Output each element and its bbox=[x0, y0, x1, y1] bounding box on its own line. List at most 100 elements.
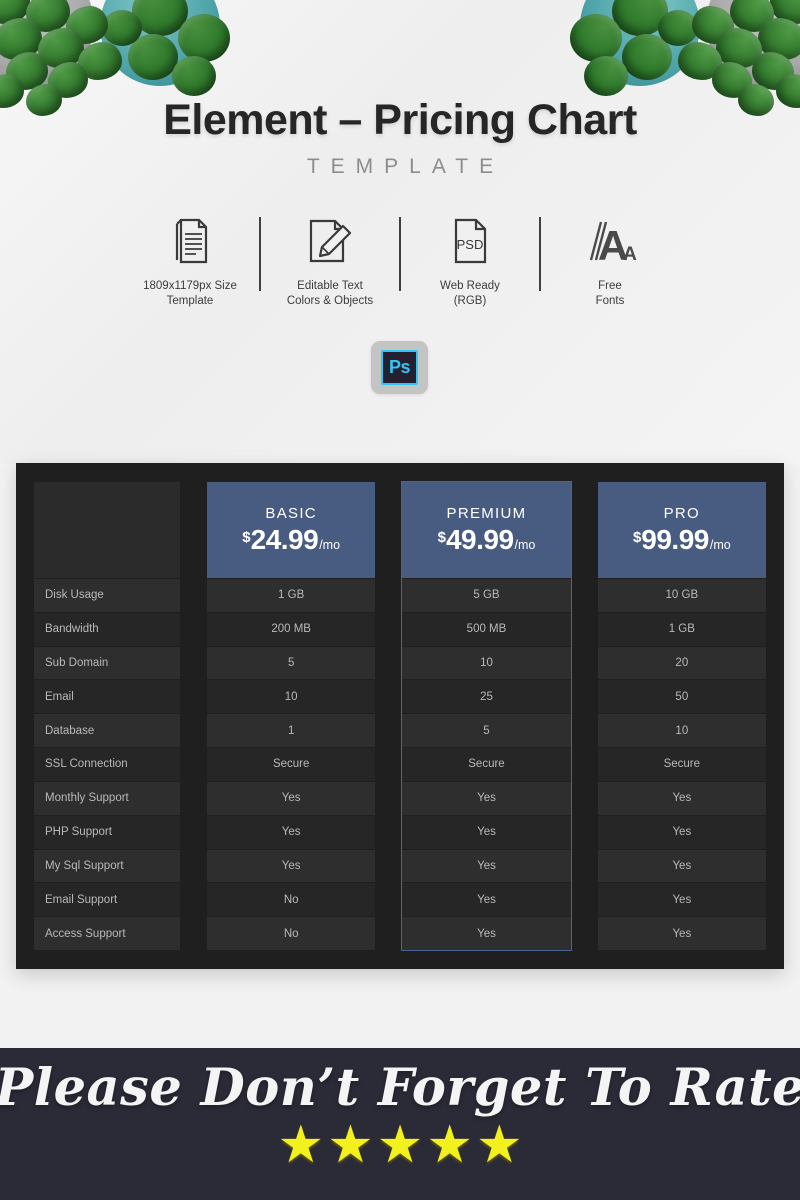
leaf bbox=[178, 14, 230, 62]
star-icon: ★ bbox=[327, 1116, 374, 1175]
feature-divider bbox=[399, 217, 401, 291]
plan-value-cell: 1 bbox=[207, 713, 376, 748]
plant-pot-teal bbox=[580, 0, 700, 86]
price-period: /mo bbox=[514, 537, 536, 552]
leaf bbox=[584, 56, 628, 96]
psd-file-icon: PSD bbox=[450, 213, 490, 269]
photoshop-badge: Ps bbox=[371, 341, 428, 394]
star-icon: ★ bbox=[277, 1116, 325, 1175]
plan-value-cell: 10 bbox=[402, 645, 571, 680]
plan-value-cell: Yes bbox=[597, 780, 766, 815]
plan-value-cell: Secure bbox=[597, 747, 766, 781]
plan-value-cell: 500 MB bbox=[402, 611, 571, 646]
feature-divider bbox=[539, 217, 541, 291]
plan-value-cell: 5 bbox=[402, 713, 571, 748]
star-icon: ★ bbox=[376, 1116, 424, 1175]
leaf bbox=[770, 0, 800, 24]
plan-value-cell: Yes bbox=[597, 848, 766, 883]
price-period: /mo bbox=[709, 537, 731, 552]
leaf bbox=[26, 0, 70, 32]
plan-value-cell: 10 bbox=[207, 679, 376, 714]
plan-price: $ 99.99 /mo bbox=[633, 524, 731, 556]
plan-value-cell: No bbox=[207, 882, 376, 917]
plan-value-cell: 1 GB bbox=[597, 611, 766, 646]
star-icon: ★ bbox=[426, 1116, 473, 1175]
empty-header-cell bbox=[34, 482, 180, 578]
plan-header-pro: PRO $ 99.99 /mo bbox=[597, 482, 766, 578]
feature-row-label: Email Support bbox=[34, 882, 180, 917]
plan-name: PREMIUM bbox=[446, 504, 527, 522]
plan-value-cell: 5 GB bbox=[402, 578, 571, 612]
feature-label: 1809x1179px Size Template bbox=[143, 280, 237, 308]
feature-row-label: Monthly Support bbox=[34, 780, 180, 815]
feature-label: Web Ready (RGB) bbox=[440, 280, 500, 308]
feature-row-label: My Sql Support bbox=[34, 848, 180, 883]
plan-value-cell: 10 GB bbox=[597, 578, 766, 612]
pricing-table: Disk Usage Bandwidth Sub Domain Email Da… bbox=[16, 463, 784, 969]
plan-value-cell: 5 bbox=[207, 645, 376, 680]
leaf bbox=[678, 42, 722, 80]
price-period: /mo bbox=[319, 537, 341, 552]
leaf bbox=[0, 18, 42, 60]
feature-row-label: Disk Usage bbox=[34, 578, 180, 612]
page-subtitle: TEMPLATE bbox=[306, 154, 505, 178]
plan-column-basic[interactable]: BASIC $ 24.99 /mo 1 GB 200 MB 5 10 1 Sec… bbox=[207, 482, 376, 950]
feature-label: Editable Text Colors & Objects bbox=[286, 280, 374, 308]
plan-column-premium[interactable]: PREMIUM $ 49.99 /mo 5 GB 500 MB 10 25 5 … bbox=[401, 481, 572, 951]
leaf bbox=[0, 0, 30, 24]
plant-pot-teal bbox=[100, 0, 220, 86]
leaf bbox=[658, 10, 698, 46]
feature-divider bbox=[259, 217, 261, 291]
plant-pot-steel bbox=[0, 0, 94, 88]
currency-symbol: $ bbox=[437, 528, 446, 546]
plan-value-cell: 200 MB bbox=[207, 611, 376, 646]
feature-row-label: Sub Domain bbox=[34, 645, 180, 680]
feature-row-label: Access Support bbox=[34, 916, 180, 950]
leaf bbox=[128, 34, 178, 80]
plan-column-pro[interactable]: PRO $ 99.99 /mo 10 GB 1 GB 20 50 10 Secu… bbox=[597, 482, 766, 950]
svg-text:A: A bbox=[623, 244, 637, 264]
plan-value-cell: 10 bbox=[597, 713, 766, 748]
font-letter-a-icon: A A bbox=[583, 213, 637, 269]
plan-value-cell: Yes bbox=[402, 848, 571, 883]
photoshop-icon-label: Ps bbox=[381, 350, 418, 385]
leaf bbox=[622, 34, 672, 80]
feature-item-webready: PSD Web Ready (RGB) bbox=[411, 213, 529, 309]
plan-header-premium: PREMIUM $ 49.99 /mo bbox=[402, 482, 571, 578]
price-amount: 99.99 bbox=[641, 523, 709, 555]
plan-value-cell: Secure bbox=[207, 747, 376, 781]
plan-name: BASIC bbox=[265, 504, 317, 522]
feature-item-fonts: A A Free Fonts bbox=[551, 213, 669, 309]
pricing-table-grid: Disk Usage Bandwidth Sub Domain Email Da… bbox=[34, 481, 766, 951]
leaf bbox=[38, 28, 84, 68]
plan-value-cell: Yes bbox=[597, 882, 766, 917]
leaf bbox=[172, 56, 216, 96]
feature-item-editable: Editable Text Colors & Objects bbox=[271, 213, 389, 309]
feature-row-label: SSL Connection bbox=[34, 747, 180, 781]
plan-value-cell: 1 GB bbox=[207, 578, 376, 612]
leaf bbox=[752, 52, 794, 90]
plan-value-cell: Yes bbox=[402, 916, 571, 950]
leaf bbox=[66, 6, 108, 44]
leaf bbox=[48, 62, 88, 98]
plan-name: PRO bbox=[663, 504, 701, 522]
feature-strip: 1809x1179px Size Template Editable Text … bbox=[0, 213, 800, 309]
title-block: Element – Pricing Chart TEMPLATE bbox=[0, 96, 800, 179]
feature-row-label: Database bbox=[34, 713, 180, 748]
feature-row-label: Bandwidth bbox=[34, 611, 180, 646]
currency-symbol: $ bbox=[242, 528, 251, 546]
page-title: Element – Pricing Chart bbox=[163, 96, 637, 144]
leaf bbox=[612, 0, 668, 36]
plan-value-cell: 50 bbox=[597, 679, 766, 714]
leaf bbox=[6, 52, 48, 90]
rate-message: Please Don’t Forget To Rate bbox=[0, 1058, 800, 1118]
plan-value-cell: Yes bbox=[402, 814, 571, 849]
leaf bbox=[716, 28, 762, 68]
feature-label: Free Fonts bbox=[595, 280, 625, 308]
plan-value-cell: Yes bbox=[402, 882, 571, 917]
leaf bbox=[132, 0, 188, 36]
feature-item-size: 1809x1179px Size Template bbox=[131, 213, 249, 309]
feature-row-label: PHP Support bbox=[34, 814, 180, 849]
plan-value-cell: 20 bbox=[597, 645, 766, 680]
plan-value-cell: 25 bbox=[402, 679, 571, 714]
